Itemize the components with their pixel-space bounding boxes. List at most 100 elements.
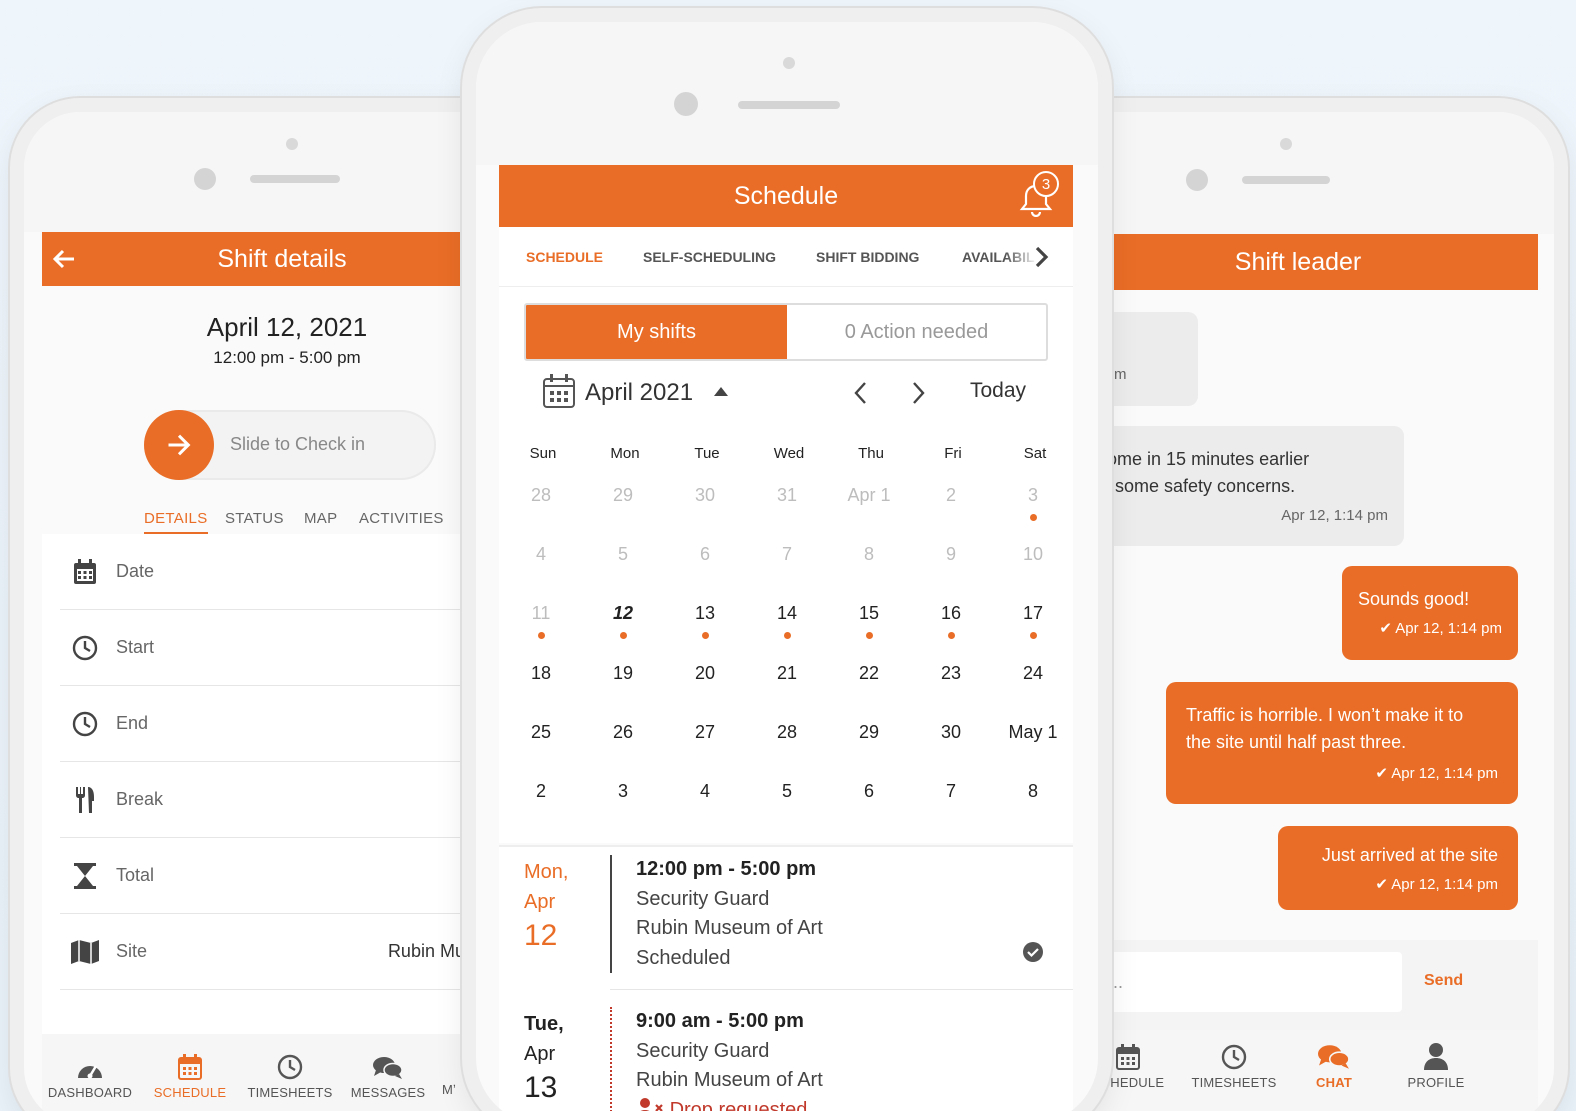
tab-map[interactable]: MAP: [304, 510, 337, 527]
user-icon: [1423, 1042, 1449, 1070]
calendar-day[interactable]: 18: [501, 663, 581, 684]
calendar-day[interactable]: 13: [665, 603, 745, 640]
calendar-day[interactable]: 30: [911, 722, 991, 743]
calendar-day[interactable]: 16: [911, 603, 991, 640]
calendar-day[interactable]: 31: [747, 485, 827, 506]
calendar-day[interactable]: 2: [501, 781, 581, 802]
tab-details[interactable]: DETAILS: [144, 510, 208, 535]
slider-handle[interactable]: [144, 410, 214, 480]
shift-status: Scheduled: [636, 946, 731, 969]
nav-messages[interactable]: MESSAGES: [340, 1056, 436, 1100]
message-time: Apr 12, 1:14 pm: [1395, 620, 1502, 637]
message-text: you come in 15 minutes earlier: [1064, 449, 1310, 469]
message-outgoing: Traffic is horrible. I won’t make it to …: [1166, 682, 1518, 804]
calendar-day[interactable]: 29: [829, 722, 909, 743]
calendar-day[interactable]: 3: [583, 781, 663, 802]
tab-activities[interactable]: ACTIVITIES: [359, 510, 444, 527]
calendar-day[interactable]: 29: [583, 485, 663, 506]
calendar-day[interactable]: 22: [829, 663, 909, 684]
nav-chat[interactable]: CHAT: [1294, 1044, 1374, 1090]
action-needed-segment[interactable]: 0 Action needed: [787, 305, 1046, 359]
send-button[interactable]: Send: [1424, 972, 1463, 990]
calendar-day[interactable]: 26: [583, 722, 663, 743]
chat-bubbles-icon: [373, 1056, 403, 1080]
calendar-day[interactable]: 27: [665, 722, 745, 743]
calendar-icon[interactable]: [542, 373, 576, 409]
calendar-day[interactable]: 28: [747, 722, 827, 743]
shift-divider: [610, 855, 612, 973]
tab-status[interactable]: STATUS: [225, 510, 284, 527]
day-number: 6: [863, 781, 874, 801]
check-icon: ✔: [1379, 620, 1392, 637]
calendar-day[interactable]: 3: [993, 485, 1073, 521]
nav-dashboard[interactable]: DASHBOARD: [42, 1056, 138, 1100]
day-number: 10: [1022, 544, 1044, 565]
calendar-day[interactable]: 15: [829, 603, 909, 640]
calendar-day[interactable]: 8: [829, 544, 909, 565]
calendar-day[interactable]: 28: [501, 485, 581, 506]
calendar-day[interactable]: 25: [501, 722, 581, 743]
calendar-day[interactable]: 7: [747, 544, 827, 565]
calendar-day[interactable]: 9: [911, 544, 991, 565]
day-number: 28: [530, 485, 552, 505]
calendar-day[interactable]: 24: [993, 663, 1073, 684]
check-in-slider[interactable]: Slide to Check in: [144, 410, 436, 480]
nav-timesheets[interactable]: TIMESHEETS: [1184, 1044, 1284, 1090]
calendar-day[interactable]: 19: [583, 663, 663, 684]
my-shifts-segment[interactable]: My shifts: [526, 305, 787, 359]
detail-label: Site: [116, 941, 148, 961]
back-arrow-icon[interactable]: [52, 247, 76, 271]
shift-divider: [610, 1007, 612, 1111]
day-number: 7: [781, 544, 792, 565]
calendar-day[interactable]: 10: [993, 544, 1073, 565]
chevron-left-icon[interactable]: [853, 381, 867, 405]
tab-schedule[interactable]: SCHEDULE: [526, 249, 603, 265]
detail-label: Total: [116, 865, 155, 885]
calendar-icon: [1115, 1044, 1141, 1070]
calendar-day[interactable]: 5: [747, 781, 827, 802]
calendar-day[interactable]: 20: [665, 663, 745, 684]
calendar-day[interactable]: May 1: [993, 722, 1073, 743]
nav-timesheets[interactable]: TIMESHEETS: [242, 1054, 338, 1100]
shift-item[interactable]: Tue, Apr 13 9:00 am - 5:00 pm Security G…: [499, 999, 1073, 1111]
calendar-day[interactable]: 12: [583, 603, 663, 640]
calendar-day[interactable]: 6: [665, 544, 745, 565]
chevron-right-icon[interactable]: [912, 381, 926, 405]
calendar-day[interactable]: 8: [993, 781, 1073, 802]
nav-label: SCHEDULE: [153, 1085, 227, 1100]
calendar-day[interactable]: 17: [993, 603, 1073, 640]
caret-up-icon[interactable]: [713, 385, 729, 397]
detail-label: Start: [116, 637, 155, 657]
calendar-day[interactable]: 7: [911, 781, 991, 802]
calendar-day[interactable]: 21: [747, 663, 827, 684]
calendar-day[interactable]: Apr 1: [829, 485, 909, 506]
calendar-day[interactable]: 23: [911, 663, 991, 684]
tab-availability[interactable]: AVAILABIL: [962, 249, 1042, 265]
calendar-day[interactable]: 5: [583, 544, 663, 565]
calendar-icon: [70, 558, 100, 585]
month-label[interactable]: April 2021: [585, 379, 693, 407]
calendar-day[interactable]: 2: [911, 485, 991, 506]
day-number: 9: [945, 544, 956, 565]
day-number: 2: [535, 781, 546, 801]
tab-shift-bidding[interactable]: SHIFT BIDDING: [816, 249, 919, 265]
calendar-day[interactable]: 6: [829, 781, 909, 802]
today-button[interactable]: Today: [970, 379, 1026, 403]
day-number: 18: [530, 662, 552, 683]
day-number: 25: [530, 721, 552, 742]
calendar-day[interactable]: 11: [501, 603, 581, 640]
day-number: 16: [940, 603, 962, 624]
tab-self-scheduling[interactable]: SELF-SCHEDULING: [643, 249, 776, 265]
calendar-day[interactable]: 4: [665, 781, 745, 802]
calendar-day[interactable]: 4: [501, 544, 581, 565]
shift-item[interactable]: Mon, Apr 12 12:00 pm - 5:00 pm Security …: [499, 847, 1073, 997]
nav-schedule[interactable]: SCHEDULE: [142, 1054, 238, 1100]
day-number: 30: [694, 485, 716, 505]
chevron-right-icon[interactable]: [1035, 246, 1049, 268]
message-text: Just arrived at the site: [1321, 845, 1498, 865]
calendar-day[interactable]: 14: [747, 603, 827, 640]
nav-profile[interactable]: PROFILE: [1392, 1042, 1480, 1090]
calendar-day[interactable]: 30: [665, 485, 745, 506]
day-number: 22: [858, 662, 880, 683]
clock-icon: [70, 711, 100, 737]
